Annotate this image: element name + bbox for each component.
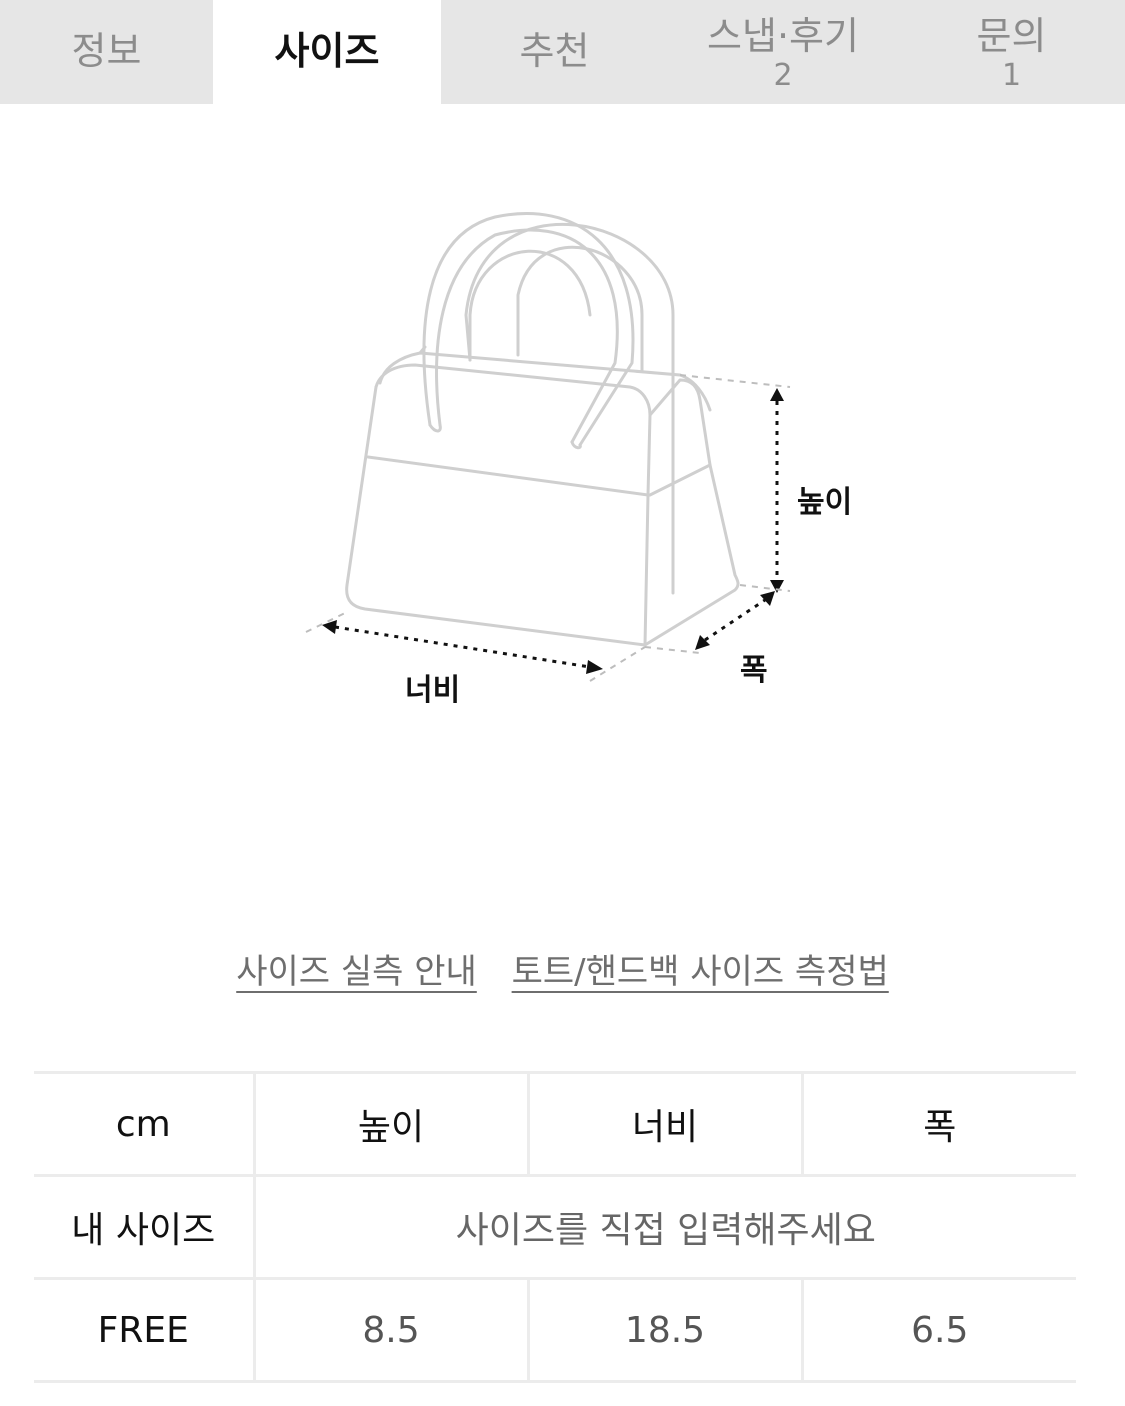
tab-label: 사이즈 [274, 29, 380, 74]
size-guide-link[interactable]: 사이즈 실측 안내 [236, 952, 477, 992]
tab-size[interactable]: 사이즈 [213, 0, 441, 104]
header-unit: cm [34, 1071, 254, 1177]
tab-bar: 정보 사이즈 추천 스냅·후기 2 문의 1 [0, 0, 1125, 104]
width-label: 너비 [405, 673, 461, 708]
tab-recommend[interactable]: 추천 [441, 0, 668, 104]
tab-label: 추천 [519, 29, 590, 74]
my-size-label: 내 사이즈 [34, 1174, 254, 1280]
tote-bag-illustration [305, 212, 791, 682]
tab-label: 정보 [71, 29, 142, 74]
tab-count: 2 [773, 57, 793, 93]
tab-snap-review[interactable]: 스냅·후기 2 [668, 0, 898, 104]
size-height-value: 8.5 [252, 1277, 528, 1383]
height-label: 높이 [797, 485, 853, 520]
header-depth: 폭 [800, 1071, 1076, 1177]
size-guide-links: 사이즈 실측 안내 토트/핸드백 사이즈 측정법 [0, 944, 1125, 993]
bag-size-diagram: 높이 너비 폭 [290, 195, 890, 715]
tab-count: 1 [1001, 57, 1022, 93]
size-width-value: 18.5 [526, 1277, 802, 1383]
tab-label: 스냅·후기 [707, 13, 859, 58]
depth-label: 폭 [740, 653, 768, 688]
measure-method-link[interactable]: 토트/핸드백 사이즈 측정법 [512, 952, 889, 992]
header-width: 너비 [526, 1071, 802, 1177]
header-height: 높이 [252, 1071, 528, 1177]
tab-inquiry[interactable]: 문의 1 [898, 0, 1125, 104]
my-size-input-prompt[interactable]: 사이즈를 직접 입력해주세요 [252, 1174, 1076, 1280]
tab-label: 문의 [976, 13, 1047, 58]
tab-info[interactable]: 정보 [0, 0, 213, 104]
size-depth-value: 6.5 [800, 1277, 1076, 1383]
my-size-row: 내 사이즈 사이즈를 직접 입력해주세요 [34, 1174, 1076, 1280]
table-row: FREE 8.5 18.5 6.5 [34, 1277, 1076, 1383]
table-header-row: cm 높이 너비 폭 [34, 1071, 1076, 1177]
size-table: cm 높이 너비 폭 내 사이즈 사이즈를 직접 입력해주세요 FREE 8.5… [34, 1071, 1076, 1383]
size-name: FREE [34, 1277, 254, 1383]
